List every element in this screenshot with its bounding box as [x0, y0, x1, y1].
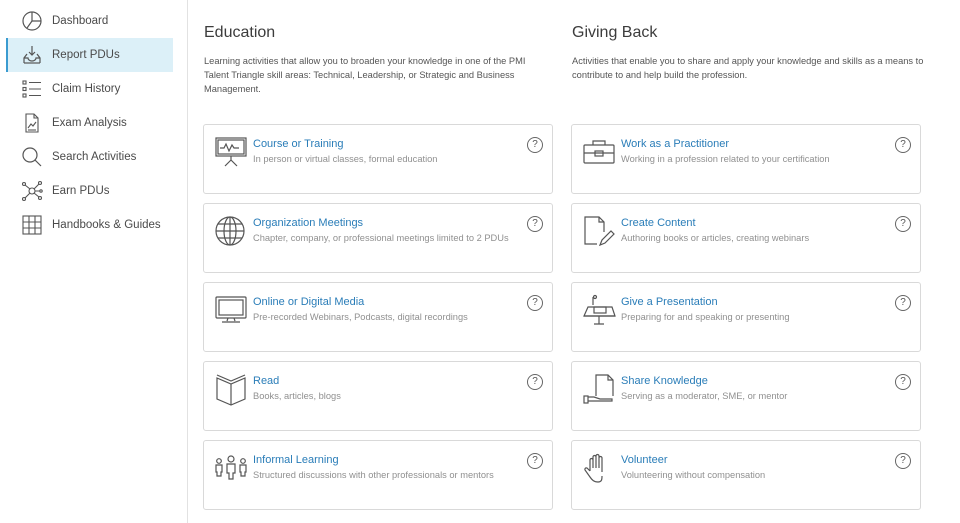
- sidebar-item-handbooks-guides[interactable]: Handbooks & Guides: [6, 208, 173, 242]
- sidebar-item-label: Claim History: [52, 83, 121, 95]
- help-icon[interactable]: ?: [527, 216, 543, 232]
- card-subtitle: Chapter, company, or professional meetin…: [253, 233, 509, 243]
- card-subtitle: Structured discussions with other profes…: [253, 470, 494, 480]
- people-group-icon: [214, 451, 248, 485]
- sidebar-item-earn-pdus[interactable]: Earn PDUs: [6, 174, 173, 208]
- activity-card-volunteer[interactable]: Volunteer Volunteering without compensat…: [571, 440, 921, 510]
- activity-card-work-practitioner[interactable]: Work as a Practitioner Working in a prof…: [571, 124, 921, 194]
- document-chart-icon: [21, 112, 43, 134]
- hand-document-icon: [582, 372, 616, 406]
- card-subtitle: Books, articles, blogs: [253, 391, 341, 401]
- card-title[interactable]: Give a Presentation: [621, 296, 718, 308]
- activity-card-give-presentation[interactable]: Give a Presentation Preparing for and sp…: [571, 282, 921, 352]
- section-description: Activities that enable you to share and …: [572, 56, 924, 80]
- help-icon[interactable]: ?: [895, 216, 911, 232]
- sidebar-item-label: Search Activities: [52, 151, 137, 163]
- card-subtitle: Preparing for and speaking or presenting: [621, 312, 790, 322]
- help-icon[interactable]: ?: [895, 137, 911, 153]
- sidebar: Dashboard Report PDUs Claim History Exam…: [0, 0, 188, 523]
- help-icon[interactable]: ?: [527, 137, 543, 153]
- sidebar-item-claim-history[interactable]: Claim History: [6, 72, 173, 106]
- help-icon[interactable]: ?: [527, 453, 543, 469]
- card-subtitle: Volunteering without compensation: [621, 470, 766, 480]
- activity-card-organization-meetings[interactable]: Organization Meetings Chapter, company, …: [203, 203, 553, 273]
- card-title[interactable]: Share Knowledge: [621, 375, 708, 387]
- sidebar-item-search-activities[interactable]: Search Activities: [6, 140, 173, 174]
- card-title[interactable]: Create Content: [621, 217, 696, 229]
- help-icon[interactable]: ?: [527, 374, 543, 390]
- card-subtitle: In person or virtual classes, formal edu…: [253, 154, 438, 164]
- activity-card-read[interactable]: Read Books, articles, blogs ?: [203, 361, 553, 431]
- activity-card-share-knowledge[interactable]: Share Knowledge Serving as a moderator, …: [571, 361, 921, 431]
- help-icon[interactable]: ?: [895, 453, 911, 469]
- search-icon: [21, 146, 43, 168]
- activity-card-informal-learning[interactable]: Informal Learning Structured discussions…: [203, 440, 553, 510]
- podium-icon: [582, 293, 616, 327]
- briefcase-icon: [582, 135, 616, 169]
- sidebar-item-label: Dashboard: [52, 15, 109, 27]
- sidebar-item-report-pdus[interactable]: Report PDUs: [6, 38, 173, 72]
- list-icon: [21, 78, 43, 100]
- sidebar-item-label: Report PDUs: [52, 49, 120, 61]
- activity-card-course-training[interactable]: Course or Training In person or virtual …: [203, 124, 553, 194]
- card-title[interactable]: Work as a Practitioner: [621, 138, 729, 150]
- card-title[interactable]: Read: [253, 375, 279, 387]
- section-description: Learning activities that allow you to br…: [204, 56, 526, 94]
- sidebar-item-exam-analysis[interactable]: Exam Analysis: [6, 106, 173, 140]
- help-icon[interactable]: ?: [895, 295, 911, 311]
- globe-icon: [214, 214, 248, 248]
- pie-chart-icon: [21, 10, 43, 32]
- card-title[interactable]: Volunteer: [621, 454, 667, 466]
- card-subtitle: Pre-recorded Webinars, Podcasts, digital…: [253, 312, 468, 322]
- card-subtitle: Working in a profession related to your …: [621, 154, 830, 164]
- open-book-icon: [214, 372, 248, 406]
- card-title[interactable]: Course or Training: [253, 138, 344, 150]
- section-title: Giving Back: [572, 24, 658, 41]
- presentation-board-icon: [214, 135, 248, 169]
- card-title[interactable]: Organization Meetings: [253, 217, 363, 229]
- card-subtitle: Serving as a moderator, SME, or mentor: [621, 391, 788, 401]
- network-icon: [21, 180, 43, 202]
- sidebar-item-dashboard[interactable]: Dashboard: [6, 4, 173, 38]
- raised-hand-icon: [582, 451, 616, 485]
- help-icon[interactable]: ?: [895, 374, 911, 390]
- card-title[interactable]: Informal Learning: [253, 454, 339, 466]
- sidebar-item-label: Handbooks & Guides: [52, 219, 161, 231]
- grid-icon: [21, 214, 43, 236]
- section-title: Education: [204, 24, 276, 41]
- monitor-icon: [214, 293, 248, 327]
- activity-card-create-content[interactable]: Create Content Authoring books or articl…: [571, 203, 921, 273]
- card-subtitle: Authoring books or articles, creating we…: [621, 233, 810, 243]
- sidebar-item-label: Exam Analysis: [52, 117, 127, 129]
- card-title[interactable]: Online or Digital Media: [253, 296, 364, 308]
- document-pencil-icon: [582, 214, 616, 248]
- inbox-download-icon: [21, 44, 43, 66]
- help-icon[interactable]: ?: [527, 295, 543, 311]
- activity-card-online-digital-media[interactable]: Online or Digital Media Pre-recorded Web…: [203, 282, 553, 352]
- sidebar-item-label: Earn PDUs: [52, 185, 110, 197]
